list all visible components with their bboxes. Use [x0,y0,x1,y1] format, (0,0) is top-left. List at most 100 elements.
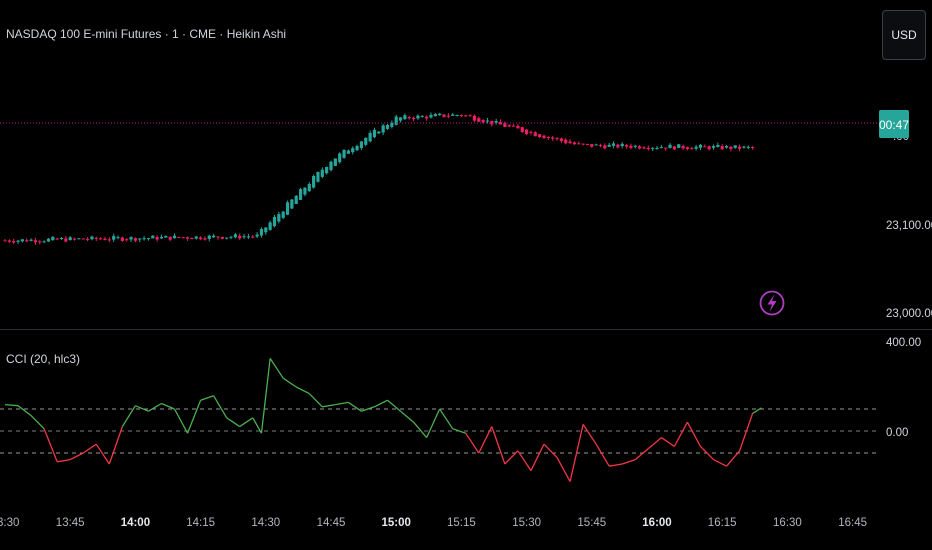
candle-body [142,238,146,240]
time-tick-label: 13:30 [0,517,19,529]
candle-body [277,214,281,222]
candle-body [694,146,698,149]
candle-body [525,129,529,135]
cci-segment [686,421,702,447]
time-tick-label: 14:15 [186,517,215,529]
price-axis-label-23100: 23,100.00 [886,220,932,232]
candle-body [446,115,450,117]
candle-body [620,143,624,147]
candle-body [598,144,603,146]
candle-body [355,145,359,151]
cci-segment [569,424,584,482]
candle-body [568,141,572,144]
candle-body [664,147,668,149]
candle-body [711,146,716,148]
candle-body [346,150,350,154]
candle-body [46,238,51,242]
candle-body [507,125,511,127]
price-candles [3,112,755,245]
candle-body [190,237,194,240]
cci-segment [69,452,84,461]
candle-body [742,146,746,148]
candle-body [3,240,7,242]
candle-body [155,237,159,240]
cci-segment [335,401,349,406]
candle-body [485,120,490,122]
candle-body [325,167,329,174]
candle-body [368,132,372,142]
cci-segment [295,386,310,395]
cci-axis-label-0: 0.00 [886,427,908,439]
candle-body [585,143,590,145]
candle-body [59,238,64,240]
candle-body [194,236,198,239]
candle-body [342,149,346,158]
candle-body [607,144,611,147]
time-tick-label: 16:15 [708,517,737,529]
candle-body [472,115,477,121]
candle-body [351,148,355,153]
candle-body [242,236,246,238]
candle-body [94,237,98,239]
candle-body [81,238,85,240]
candle-body [364,137,368,145]
candle-body [181,237,185,239]
candle-body [112,236,116,240]
cci-segment [439,408,454,430]
candle-body [581,143,585,145]
candle-body [12,241,16,243]
cci-segment [713,459,727,467]
cci-segment [491,426,506,465]
chart-canvas[interactable]: NASDAQ 100 E-mini Futures · 1 · CME · He… [0,0,932,550]
candle-body [151,235,155,239]
candle-body [72,238,77,240]
candle-body [594,144,598,146]
candle-body [168,236,172,240]
cci-segment [556,457,571,482]
candle-body [255,234,259,237]
candle-body [403,115,407,120]
cci-segment [622,458,636,465]
candle-body [425,116,429,119]
cci-segment [95,443,110,465]
cci-segment [186,399,202,434]
candle-body [464,115,468,117]
cci-segment [738,413,754,452]
candle-body [281,211,285,218]
candle-body [90,236,94,240]
cci-segment [465,432,480,454]
candle-body [207,235,211,239]
candle-body [411,117,416,120]
cci-segment [400,410,415,423]
cci-axis-label-400: 400.00 [886,337,921,349]
candle-body [546,136,550,138]
time-tick-label: 15:15 [447,517,476,529]
candle-body [125,239,129,241]
candle-body [177,236,181,238]
candle-body [533,132,537,137]
candle-body [407,117,411,119]
candle-body [672,146,676,150]
cci-segment [148,402,162,412]
candle-body [420,116,424,118]
cci-segment [173,408,189,434]
cci-segment [282,377,297,388]
candle-body [164,235,168,238]
chart-title: NASDAQ 100 E-mini Futures · 1 · CME · He… [6,27,286,41]
candle-body [394,116,398,125]
candle-body [385,124,390,129]
candle-body [720,145,724,150]
lightning-icon[interactable] [759,290,785,316]
candle-body [303,187,307,195]
candle-body [298,189,303,200]
candle-body [737,146,742,149]
cci-segment [374,399,388,408]
candle-body [685,147,690,150]
time-tick-label: 15:45 [577,517,606,529]
candle-body [359,141,364,149]
currency-button[interactable]: USD [882,10,926,60]
candle-body [251,236,255,238]
candle-body [316,171,320,182]
candle-body [659,147,663,149]
cci-segment [609,463,623,467]
